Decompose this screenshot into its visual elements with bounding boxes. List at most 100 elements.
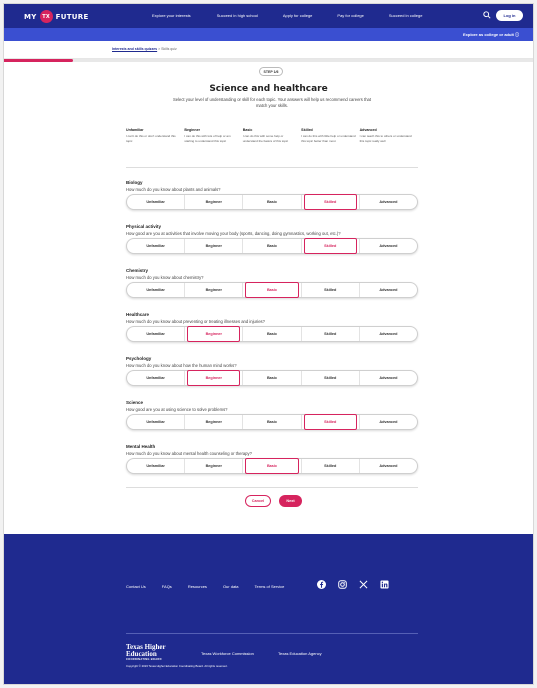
- login-button[interactable]: Log in: [496, 10, 523, 21]
- legend-unfamiliar: Unfamiliar I can't do this or don't unde…: [126, 128, 184, 143]
- footer-links: Contact Us FAQs Resources Our data Terms…: [126, 584, 284, 589]
- footer-link-faqs[interactable]: FAQs: [162, 584, 172, 589]
- option-advanced[interactable]: Advanced: [360, 283, 417, 297]
- site-logo[interactable]: MY TX FUTURE: [24, 10, 89, 23]
- option-skilled[interactable]: Skilled: [302, 414, 360, 430]
- nav-links: Explore your interests Succeed in high s…: [152, 13, 422, 18]
- option-unfamiliar[interactable]: Unfamiliar: [127, 283, 186, 297]
- option-skilled[interactable]: Skilled: [302, 238, 360, 254]
- option-beginner[interactable]: Beginner: [185, 459, 244, 473]
- cancel-button[interactable]: Cancel: [245, 495, 271, 507]
- option-advanced[interactable]: Advanced: [360, 195, 417, 209]
- explore-as-adult-link[interactable]: Explore as college or adult ⓘ: [463, 32, 519, 38]
- option-unfamiliar[interactable]: Unfamiliar: [127, 371, 186, 385]
- question-text: How much do you know about preventing or…: [126, 318, 265, 324]
- footer-link-resources[interactable]: Resources: [188, 584, 207, 589]
- question-text: How much do you know about plants and an…: [126, 186, 221, 192]
- nav-link-succeed-college[interactable]: Succeed in college: [389, 13, 423, 18]
- option-beginner[interactable]: Beginner: [185, 195, 244, 209]
- thecb-logo[interactable]: Texas Higher Education: [126, 644, 166, 657]
- divider: [126, 487, 418, 488]
- logo-badge: TX: [39, 10, 53, 23]
- legend-desc: I can teach this to others or understand…: [359, 134, 412, 143]
- option-advanced[interactable]: Advanced: [360, 239, 417, 253]
- option-advanced[interactable]: Advanced: [360, 371, 417, 385]
- option-skilled[interactable]: Skilled: [302, 459, 360, 473]
- skill-selector: Unfamiliar Beginner Basic Skilled Advanc…: [126, 370, 418, 386]
- option-unfamiliar[interactable]: Unfamiliar: [127, 195, 186, 209]
- skill-selector: Unfamiliar Beginner Basic Skilled Advanc…: [126, 458, 418, 474]
- facebook-icon[interactable]: [317, 580, 326, 589]
- nav-link-succeed-high-school[interactable]: Succeed in high school: [217, 13, 258, 18]
- linkedin-icon[interactable]: [380, 580, 389, 589]
- footer-link-terms[interactable]: Terms of Service: [255, 584, 285, 589]
- question-mental-health: Mental Health How much do you know about…: [126, 444, 418, 474]
- divider: [126, 167, 418, 168]
- footer-link-our-data[interactable]: Our data: [223, 584, 239, 589]
- footer-link-tea[interactable]: Texas Education Agency: [278, 651, 322, 656]
- legend-desc: I can do this with little help or unders…: [301, 134, 356, 143]
- breadcrumb-item-quizzes[interactable]: Interests and skills quizzes: [112, 47, 157, 51]
- option-advanced[interactable]: Advanced: [360, 415, 417, 429]
- option-unfamiliar[interactable]: Unfamiliar: [127, 459, 186, 473]
- option-skilled[interactable]: Skilled: [302, 194, 360, 210]
- nav-link-explore-interests[interactable]: Explore your interests: [152, 13, 191, 18]
- question-heading: Chemistry: [126, 268, 149, 273]
- option-basic[interactable]: Basic: [243, 282, 302, 298]
- next-button[interactable]: Next: [279, 495, 302, 507]
- legend-label: Beginner: [184, 128, 200, 132]
- quiz-progress-fill: [4, 59, 73, 62]
- option-unfamiliar[interactable]: Unfamiliar: [127, 239, 186, 253]
- option-basic[interactable]: Basic: [243, 458, 302, 474]
- option-beginner[interactable]: Beginner: [185, 370, 244, 386]
- question-heading: Physical activity: [126, 224, 162, 229]
- option-advanced[interactable]: Advanced: [360, 459, 417, 473]
- question-science: Science How good are you at using scienc…: [126, 400, 418, 430]
- option-basic[interactable]: Basic: [243, 239, 302, 253]
- legend-label: Advanced: [359, 128, 377, 132]
- option-beginner[interactable]: Beginner: [185, 239, 244, 253]
- option-skilled[interactable]: Skilled: [302, 283, 360, 297]
- skill-selector: Unfamiliar Beginner Basic Skilled Advanc…: [126, 282, 418, 298]
- legend-desc: I can't do this or don't understand this…: [126, 134, 176, 143]
- legend-desc: I can do this with some help or understa…: [242, 134, 289, 143]
- search-icon[interactable]: [483, 11, 491, 19]
- footer-link-contact[interactable]: Contact Us: [126, 584, 146, 589]
- option-basic[interactable]: Basic: [243, 371, 302, 385]
- option-advanced[interactable]: Advanced: [360, 327, 417, 341]
- x-icon[interactable]: [359, 580, 368, 589]
- skill-level-legend: Unfamiliar I can't do this or don't unde…: [126, 128, 418, 143]
- audience-bar: Explore as college or adult ⓘ: [4, 28, 533, 41]
- nav-link-pay-college[interactable]: Pay for college: [337, 13, 363, 18]
- copyright-text: Copyright © 2023 Texas Higher Education …: [126, 664, 228, 668]
- option-beginner[interactable]: Beginner: [185, 415, 244, 429]
- option-basic[interactable]: Basic: [243, 195, 302, 209]
- legend-label: Basic: [242, 128, 253, 132]
- option-basic[interactable]: Basic: [243, 415, 302, 429]
- legend-basic: Basic I can do this with some help or un…: [243, 128, 301, 143]
- question-text: How much do you know about mental health…: [126, 450, 252, 456]
- skill-selector: Unfamiliar Beginner Basic Skilled Advanc…: [126, 326, 418, 342]
- option-beginner[interactable]: Beginner: [185, 283, 244, 297]
- breadcrumb-bar: Interests and skills quizzes > Skills qu…: [4, 41, 533, 59]
- step-indicator: STEP 1/6: [259, 67, 283, 76]
- option-basic[interactable]: Basic: [243, 327, 302, 341]
- option-unfamiliar[interactable]: Unfamiliar: [127, 415, 186, 429]
- nav-link-apply-college[interactable]: Apply for college: [283, 13, 313, 18]
- option-skilled[interactable]: Skilled: [302, 327, 360, 341]
- logo-text-my: MY: [24, 12, 37, 21]
- breadcrumb-item-skills-quiz: Skills quiz: [161, 47, 177, 51]
- page-title: Science and healthcare: [209, 84, 328, 94]
- browser-frame: MY TX FUTURE Explore your interests Succ…: [3, 3, 534, 685]
- instagram-icon[interactable]: [338, 580, 347, 589]
- question-heading: Biology: [126, 180, 143, 185]
- footer-link-twc[interactable]: Texas Workforce Commission: [201, 651, 254, 656]
- top-nav: MY TX FUTURE Explore your interests Succ…: [4, 4, 533, 28]
- option-unfamiliar[interactable]: Unfamiliar: [127, 327, 186, 341]
- skill-selector: Unfamiliar Beginner Basic Skilled Advanc…: [126, 194, 418, 210]
- question-biology: Biology How much do you know about plant…: [126, 180, 418, 210]
- option-skilled[interactable]: Skilled: [302, 371, 360, 385]
- thecb-logo-subtitle: COORDINATING BOARD: [126, 658, 162, 661]
- question-chemistry: Chemistry How much do you know about che…: [126, 268, 418, 298]
- option-beginner[interactable]: Beginner: [185, 326, 244, 342]
